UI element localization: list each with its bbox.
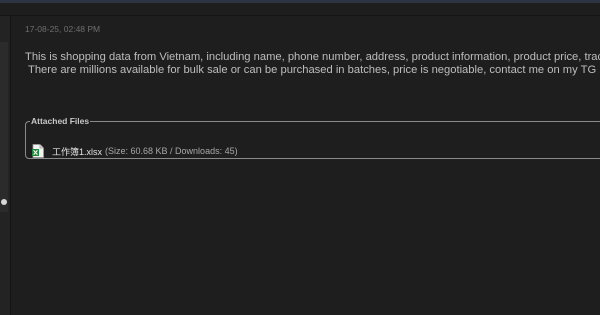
attachment-file-meta: (Size: 60.68 KB / Downloads: 45) xyxy=(105,146,238,156)
post-body-line: There are millions available for bulk sa… xyxy=(28,64,600,76)
left-sidebar-panel xyxy=(0,16,11,315)
online-status-dot xyxy=(1,199,7,205)
header-divider xyxy=(0,15,600,16)
attachment-item: 工作簿1.xlsx (Size: 60.68 KB / Downloads: 4… xyxy=(32,144,238,158)
post-body: This is shopping data from Vietnam, incl… xyxy=(25,51,600,77)
user-info-panel xyxy=(0,42,8,212)
top-header-strip xyxy=(0,0,600,3)
attached-files-box: Attached Files 工作簿1.xlsx (Size: 60.68 KB… xyxy=(25,117,600,159)
attached-files-legend: Attached Files xyxy=(31,116,90,126)
excel-file-icon xyxy=(32,144,44,158)
post-page: 17-08-25, 02:48 PM This is shopping data… xyxy=(0,0,600,315)
attachment-file-link[interactable]: 工作簿1.xlsx xyxy=(52,145,102,158)
post-body-line: This is shopping data from Vietnam, incl… xyxy=(25,51,600,63)
post-date: 17-08-25, 02:48 PM xyxy=(25,24,101,34)
